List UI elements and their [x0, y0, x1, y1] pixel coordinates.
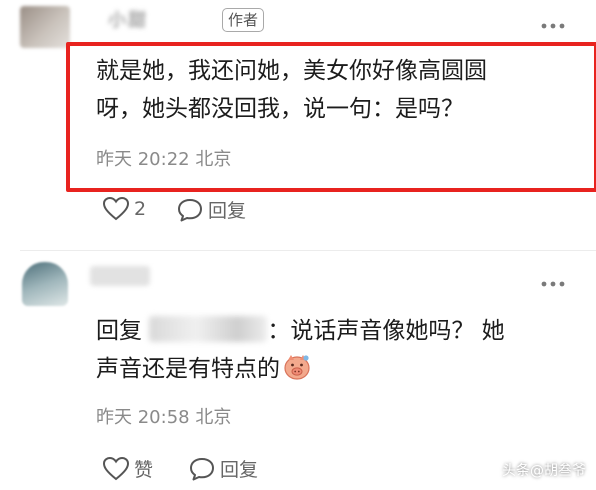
like-button[interactable]: 2: [102, 196, 146, 222]
pig-face-emoji-icon: [284, 355, 310, 380]
divider: [20, 250, 596, 251]
comment-text-line: 呀，她头都没回我，说一句：是吗？: [96, 96, 464, 122]
more-horizontal-icon: [541, 23, 565, 29]
like-label: 赞: [134, 459, 154, 481]
comment-text-line: 回复 ：说话声音像她吗？ 她: [96, 312, 576, 350]
comment-text-line: 就是她，我还问她，美女你好像高圆圆: [96, 58, 487, 84]
reply-label: 回复: [208, 200, 247, 222]
speech-bubble-icon: [178, 198, 202, 221]
comment-text: 就是她，我还问她，美女你好像高圆圆 呀，她头都没回我，说一句：是吗？: [96, 52, 576, 128]
watermark-platform: 头条: [502, 463, 530, 479]
comment-text: 回复 ：说话声音像她吗？ 她 声音还是有特点的: [96, 312, 576, 388]
author-badge: 作者: [222, 8, 265, 32]
more-options-button[interactable]: [540, 14, 566, 34]
avatar[interactable]: [20, 6, 70, 48]
heart-outline-icon: [102, 196, 130, 221]
reply-button[interactable]: 回复: [176, 196, 246, 223]
comment-text-segment: ：说话声音像她吗？ 她: [267, 318, 505, 344]
reply-button[interactable]: 回复: [188, 455, 258, 482]
timestamp: 昨天 20:58 北京: [96, 407, 232, 428]
watermark: 头条@胡叁爷: [502, 460, 586, 480]
heart-outline-icon: [102, 456, 130, 480]
timestamp: 昨天 20:22 北京: [96, 149, 232, 170]
like-count: 2: [134, 198, 147, 220]
like-button[interactable]: 赞: [102, 455, 153, 482]
username[interactable]: [90, 266, 150, 286]
speech-bubble-icon: [190, 457, 214, 480]
reply-prefix: 回复: [96, 318, 142, 344]
comment-text-segment: 声音还是有特点的: [96, 356, 280, 382]
mention-username[interactable]: [149, 316, 268, 342]
comment-text-line: 声音还是有特点的: [96, 350, 576, 388]
username[interactable]: 小甜: [108, 6, 148, 32]
avatar[interactable]: [22, 262, 68, 306]
watermark-handle: @胡叁爷: [530, 463, 586, 479]
more-horizontal-icon: [541, 281, 565, 287]
reply-label: 回复: [220, 459, 259, 481]
more-options-button[interactable]: [540, 272, 566, 292]
